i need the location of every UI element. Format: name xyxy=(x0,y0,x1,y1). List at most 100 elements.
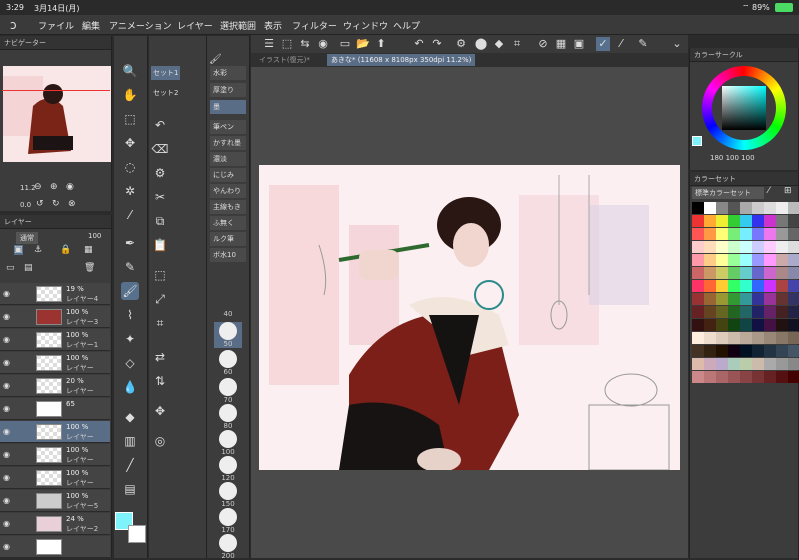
menu-help[interactable]: ヘルプ xyxy=(393,19,420,32)
subtool-item[interactable]: かすれ墨 xyxy=(210,136,246,150)
color-swatch[interactable] xyxy=(740,228,752,240)
subtool-item[interactable]: にじみ xyxy=(210,168,246,182)
color-swatch[interactable] xyxy=(776,267,788,279)
color-swatch[interactable] xyxy=(704,280,716,292)
color-swatch[interactable] xyxy=(788,358,799,370)
selection-icon[interactable]: ⚙ xyxy=(151,164,169,182)
color-swatch[interactable] xyxy=(764,267,776,279)
color-swatch[interactable] xyxy=(728,345,740,357)
new-folder-icon[interactable]: ▤ xyxy=(24,263,33,273)
color-swatch[interactable] xyxy=(752,228,764,240)
color-swatch[interactable] xyxy=(788,254,799,266)
zoom-out-icon[interactable]: ⊖ xyxy=(34,182,42,192)
menu-view[interactable]: 表示 xyxy=(264,19,282,32)
tab-set2[interactable]: セット2 xyxy=(151,86,180,100)
color-swatch[interactable] xyxy=(764,280,776,292)
color-swatch[interactable] xyxy=(716,345,728,357)
menu-layer[interactable]: レイヤー xyxy=(177,19,213,32)
pressure-icon[interactable]: ⁄ xyxy=(614,37,628,51)
copy-icon[interactable]: ⧉ xyxy=(151,212,169,230)
color-swatch[interactable] xyxy=(704,293,716,305)
flip-h-icon[interactable]: ⇄ xyxy=(151,348,169,366)
pencil-tool-icon[interactable]: ✎ xyxy=(121,258,139,276)
open-icon[interactable]: 📂 xyxy=(356,37,370,51)
color-swatch[interactable] xyxy=(692,332,704,344)
figure-icon[interactable]: ╱ xyxy=(121,456,139,474)
lasso-tool-icon[interactable]: ◌ xyxy=(121,158,139,176)
color-swatch[interactable] xyxy=(692,345,704,357)
layer-row[interactable]: ◉ 100 % レイヤー xyxy=(0,352,110,374)
new-file-icon[interactable]: ▭ xyxy=(338,37,352,51)
undo-icon[interactable]: ↶ xyxy=(151,116,169,134)
subtool-item[interactable]: ふ無く xyxy=(210,216,246,230)
tab-set1[interactable]: セット1 xyxy=(151,66,181,80)
color-swatch[interactable] xyxy=(776,241,788,253)
color-swatch[interactable] xyxy=(704,202,716,214)
color-swatch[interactable] xyxy=(692,215,704,227)
color-swatch[interactable] xyxy=(764,293,776,305)
visibility-icon[interactable]: ◉ xyxy=(3,427,10,436)
color-swatch[interactable] xyxy=(704,267,716,279)
color-swatch[interactable] xyxy=(728,241,740,253)
eyedropper-icon[interactable]: ⁄ xyxy=(121,206,139,224)
color-swatch[interactable] xyxy=(704,254,716,266)
color-swatch[interactable] xyxy=(716,215,728,227)
color-swatch[interactable] xyxy=(692,306,704,318)
color-swatch[interactable] xyxy=(716,254,728,266)
subtool-item[interactable]: 濃淡 xyxy=(210,152,246,166)
subtool-item[interactable]: 厚塗り xyxy=(210,83,246,97)
color-swatch[interactable] xyxy=(764,215,776,227)
scale-icon[interactable]: ⤢ xyxy=(151,290,169,308)
fit-icon[interactable]: ◉ xyxy=(66,182,74,192)
color-swatch[interactable] xyxy=(740,293,752,305)
color-swatch[interactable] xyxy=(776,358,788,370)
color-swatch[interactable] xyxy=(752,358,764,370)
color-swatch[interactable] xyxy=(728,332,740,344)
opacity-value[interactable]: 100 xyxy=(88,232,101,240)
eyedropper-small-icon[interactable]: ⁄ xyxy=(768,186,770,196)
color-swatch[interactable] xyxy=(788,306,799,318)
color-swatch[interactable] xyxy=(716,306,728,318)
chevron-down-icon[interactable]: ⌄ xyxy=(670,37,684,51)
new-layer-icon[interactable]: ▭ xyxy=(6,263,15,273)
color-swatch[interactable] xyxy=(740,358,752,370)
color-swatch[interactable] xyxy=(776,202,788,214)
color-swatch[interactable] xyxy=(728,215,740,227)
rotate-right-icon[interactable]: ↻ xyxy=(52,199,60,209)
hand-tool-icon[interactable]: ✋ xyxy=(121,86,139,104)
color-swatch[interactable] xyxy=(716,202,728,214)
color-swatch[interactable] xyxy=(764,228,776,240)
stabilize-icon[interactable]: ✓ xyxy=(596,37,610,51)
color-swatch[interactable] xyxy=(740,306,752,318)
brush-tool-icon[interactable]: 🖌 xyxy=(121,282,139,300)
color-swatch[interactable] xyxy=(752,371,764,383)
background-color-swatch[interactable] xyxy=(128,525,146,543)
color-swatch[interactable] xyxy=(740,371,752,383)
ruler-icon[interactable]: ⊘ xyxy=(536,37,550,51)
sync-icon[interactable]: ⇆ xyxy=(298,37,312,51)
color-swatch[interactable] xyxy=(776,293,788,305)
color-swatch[interactable] xyxy=(788,241,799,253)
color-swatch[interactable] xyxy=(728,306,740,318)
brush-size-option[interactable]: 70 xyxy=(214,378,242,404)
visibility-icon[interactable]: ◉ xyxy=(3,404,10,413)
layer-row[interactable]: ◉ 100 % レイヤー5 xyxy=(0,490,110,512)
color-swatch[interactable] xyxy=(788,345,799,357)
color-swatch[interactable] xyxy=(788,228,799,240)
mask-icon[interactable]: ▦ xyxy=(84,245,93,255)
artwork-canvas[interactable] xyxy=(259,165,680,470)
color-swatch[interactable] xyxy=(752,280,764,292)
fill-tool-icon[interactable]: ◆ xyxy=(121,408,139,426)
color-swatch[interactable] xyxy=(740,202,752,214)
color-swatch[interactable] xyxy=(716,241,728,253)
color-swatch[interactable] xyxy=(740,241,752,253)
visibility-icon[interactable]: ◉ xyxy=(3,496,10,505)
color-swatch[interactable] xyxy=(788,215,799,227)
color-swatch[interactable] xyxy=(728,319,740,331)
color-swatch[interactable] xyxy=(752,215,764,227)
record-icon[interactable]: ◉ xyxy=(316,37,330,51)
color-icon[interactable]: ◎ xyxy=(151,432,169,450)
blend-tool-icon[interactable]: 💧 xyxy=(121,378,139,396)
canvas-settings-icon[interactable]: ⬚ xyxy=(280,37,294,51)
color-swatch[interactable] xyxy=(752,345,764,357)
